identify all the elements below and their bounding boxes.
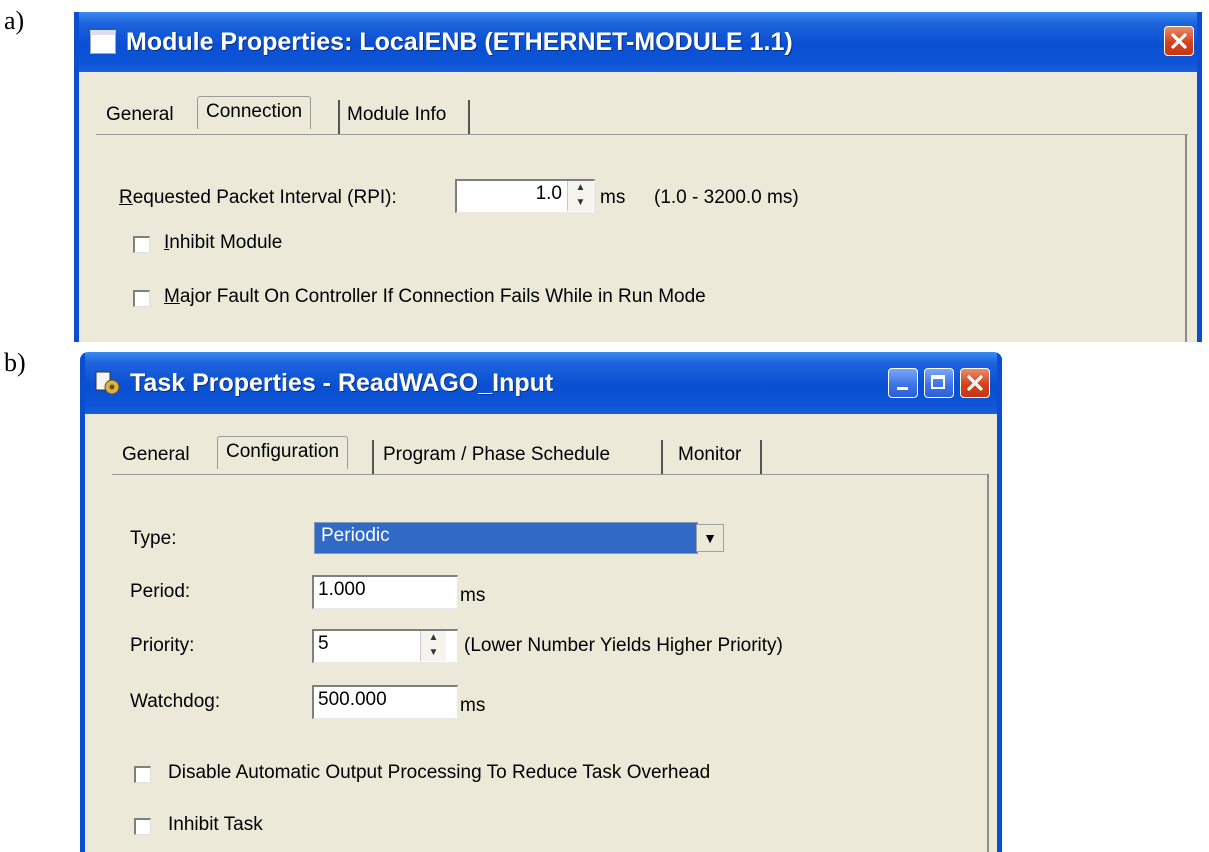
disable-output-label: Disable Automatic Output Processing To R…	[168, 762, 711, 783]
rpi-label: Requested Packet Interval (RPI):	[119, 187, 397, 208]
task-title-bar[interactable]: Task Properties - ReadWAGO_Input	[80, 352, 1002, 414]
window-frame-right	[1197, 12, 1202, 342]
type-select[interactable]: Periodic	[314, 522, 698, 554]
major-fault-label: Major Fault On Controller If Connection …	[164, 286, 706, 307]
chevron-down-icon: ▼	[703, 530, 717, 546]
window-frame-right	[997, 352, 1002, 852]
spin-up-icon[interactable]: ▲	[568, 181, 593, 196]
tab-program-phase-schedule[interactable]: Program / Phase Schedule	[383, 444, 610, 466]
type-label: Type:	[130, 528, 177, 549]
inhibit-module-checkbox[interactable]	[133, 236, 150, 253]
period-unit: ms	[460, 585, 486, 606]
panel-label-b: b)	[4, 348, 26, 377]
close-button[interactable]	[960, 368, 990, 398]
tab-strip-line	[96, 134, 1188, 135]
task-properties-window: Task Properties - ReadWAGO_Input General…	[80, 352, 1002, 852]
rpi-spinner[interactable]: ▲ ▼	[567, 181, 593, 211]
inhibit-task-label: Inhibit Task	[168, 814, 263, 835]
priority-hint: (Lower Number Yields Higher Priority)	[464, 635, 783, 656]
maximize-button[interactable]	[924, 368, 954, 398]
tab-module-info[interactable]: Module Info	[347, 104, 446, 126]
tab-connection[interactable]: Connection	[197, 96, 312, 129]
priority-label: Priority:	[130, 635, 195, 656]
tab-separator	[760, 440, 762, 474]
module-title-bar[interactable]: Module Properties: LocalENB (ETHERNET-MO…	[74, 12, 1202, 72]
tab-page-border	[1185, 134, 1187, 342]
tab-configuration[interactable]: Configuration	[217, 436, 349, 469]
inhibit-module-label: Inhibit Module	[164, 232, 283, 253]
rpi-range: (1.0 - 3200.0 ms)	[654, 187, 799, 208]
minimize-button[interactable]	[888, 368, 918, 398]
tab-separator	[372, 440, 374, 474]
watchdog-unit: ms	[460, 695, 486, 716]
watchdog-input[interactable]: 500.000	[312, 685, 458, 719]
window-icon	[90, 30, 116, 54]
tab-separator	[468, 100, 470, 134]
major-fault-checkbox[interactable]	[133, 290, 150, 307]
rpi-unit: ms	[600, 187, 626, 208]
period-label: Period:	[130, 581, 191, 602]
watchdog-label: Watchdog:	[130, 691, 221, 712]
tab-monitor[interactable]: Monitor	[678, 444, 741, 466]
task-icon	[95, 371, 120, 395]
close-button[interactable]	[1164, 26, 1194, 56]
module-properties-window: Module Properties: LocalENB (ETHERNET-MO…	[74, 12, 1202, 342]
spin-up-icon[interactable]: ▲	[421, 631, 446, 646]
spin-down-icon[interactable]: ▼	[568, 196, 593, 211]
tab-separator	[661, 440, 663, 474]
close-icon	[1171, 33, 1187, 49]
panel-label-a: a)	[4, 6, 25, 35]
tab-strip-line	[112, 474, 988, 475]
tab-general[interactable]: General	[122, 444, 190, 466]
period-input[interactable]: 1.000	[312, 575, 458, 609]
task-window-title: Task Properties - ReadWAGO_Input	[130, 368, 554, 397]
type-dropdown-button[interactable]: ▼	[696, 524, 724, 552]
tab-general[interactable]: General	[106, 104, 174, 126]
maximize-icon	[931, 375, 945, 389]
window-frame-left	[74, 12, 79, 342]
tab-page-border	[987, 474, 989, 852]
inhibit-task-checkbox[interactable]	[134, 818, 151, 835]
tab-separator	[338, 100, 340, 134]
spin-down-icon[interactable]: ▼	[421, 646, 446, 661]
minimize-icon	[897, 387, 908, 390]
priority-spinner[interactable]: ▲ ▼	[420, 631, 446, 661]
disable-output-checkbox[interactable]	[134, 766, 151, 783]
window-frame-left	[80, 352, 85, 852]
close-icon	[967, 375, 983, 391]
module-window-title: Module Properties: LocalENB (ETHERNET-MO…	[126, 27, 793, 56]
